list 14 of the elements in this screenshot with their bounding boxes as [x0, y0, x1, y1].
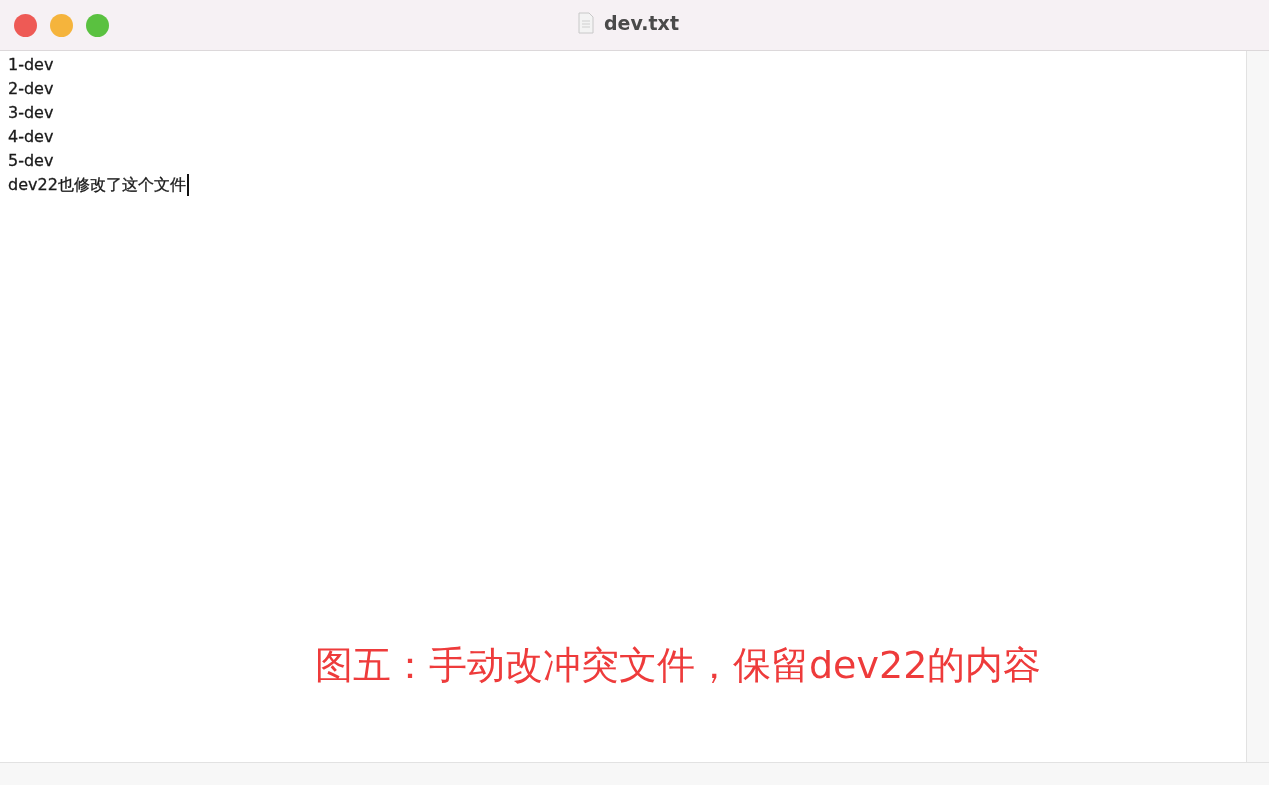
text-line: 4-dev [8, 126, 54, 148]
minimize-button[interactable] [50, 13, 73, 37]
window-title: dev.txt [604, 12, 679, 34]
zoom-button[interactable] [86, 13, 109, 37]
document-icon [578, 12, 594, 34]
text-line: 2-dev [8, 78, 54, 100]
text-line: 5-dev [8, 150, 54, 172]
scroll-bar[interactable] [0, 762, 1269, 785]
scroll-bar[interactable] [1246, 51, 1269, 762]
close-button[interactable] [14, 13, 37, 37]
text-line: 3-dev [8, 102, 54, 124]
annotation-text: 图五：手动改冲突文件，保留dev22的内容 [315, 642, 1042, 689]
text-line: 1-dev [8, 54, 54, 76]
text-line: dev22也修改了这个文件 [8, 174, 186, 196]
